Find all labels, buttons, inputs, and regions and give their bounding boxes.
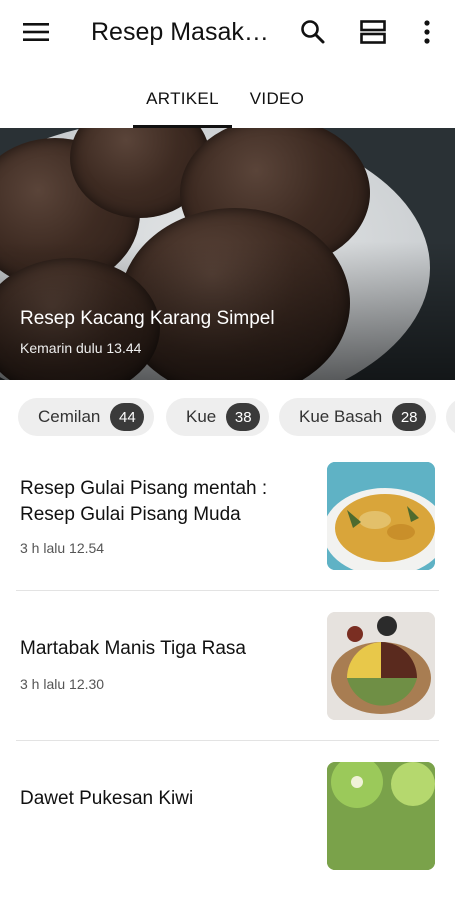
chip-kue-basah[interactable]: Kue Basah 28 — [279, 398, 436, 436]
divider — [16, 590, 439, 591]
featured-article-title: Resep Kacang Karang Simpel — [20, 308, 275, 329]
category-chips: Cemilan 44 Kue 38 Kue Basah 28 — [0, 380, 455, 454]
article-time: 3 h lalu 12.30 — [20, 676, 105, 692]
article-thumbnail — [327, 762, 435, 870]
article-title: Martabak Manis Tiga Rasa — [20, 638, 246, 659]
list-item[interactable]: Martabak Manis Tiga Rasa 3 h lalu 12.30 — [0, 610, 455, 760]
article-time: 3 h lalu 12.54 — [20, 540, 105, 556]
chip-label: Kue Basah — [299, 407, 383, 426]
search-icon[interactable] — [292, 12, 334, 52]
divider — [16, 740, 439, 741]
featured-article-card[interactable]: Resep Kacang Karang Simpel Kemarin dulu … — [0, 128, 455, 380]
chip-cemilan[interactable]: Cemilan 44 — [18, 398, 154, 436]
chip-count-badge: 28 — [392, 403, 427, 431]
more-vertical-icon[interactable] — [410, 12, 444, 52]
featured-article-time: Kemarin dulu 13.44 — [20, 340, 142, 356]
article-thumbnail — [327, 612, 435, 720]
article-thumbnail — [327, 462, 435, 570]
chip-partial[interactable] — [446, 398, 455, 436]
article-title: Dawet Pukesan Kiwi — [20, 788, 194, 809]
chip-count-badge: 38 — [226, 403, 261, 431]
list-item[interactable]: Resep Gulai Pisang mentah : Resep Gulai … — [0, 460, 455, 610]
hamburger-menu-icon[interactable] — [14, 14, 58, 50]
chip-count-badge: 44 — [110, 403, 145, 431]
article-title: Resep Gulai Pisang mentah : Resep Gulai … — [20, 478, 268, 525]
app-title: Resep Masak… — [91, 18, 269, 46]
list-item[interactable]: Dawet Pukesan Kiwi — [0, 760, 455, 910]
tab-bar: ARTIKEL VIDEO — [0, 70, 455, 128]
tab-artikel[interactable]: ARTIKEL — [133, 70, 232, 128]
chip-label: Cemilan — [38, 407, 101, 426]
chip-kue[interactable]: Kue 38 — [166, 398, 269, 436]
app-bar: Resep Masak… — [0, 0, 455, 64]
tab-video[interactable]: VIDEO — [240, 70, 314, 128]
view-layout-icon[interactable] — [352, 12, 394, 52]
chip-label: Kue — [186, 407, 217, 426]
